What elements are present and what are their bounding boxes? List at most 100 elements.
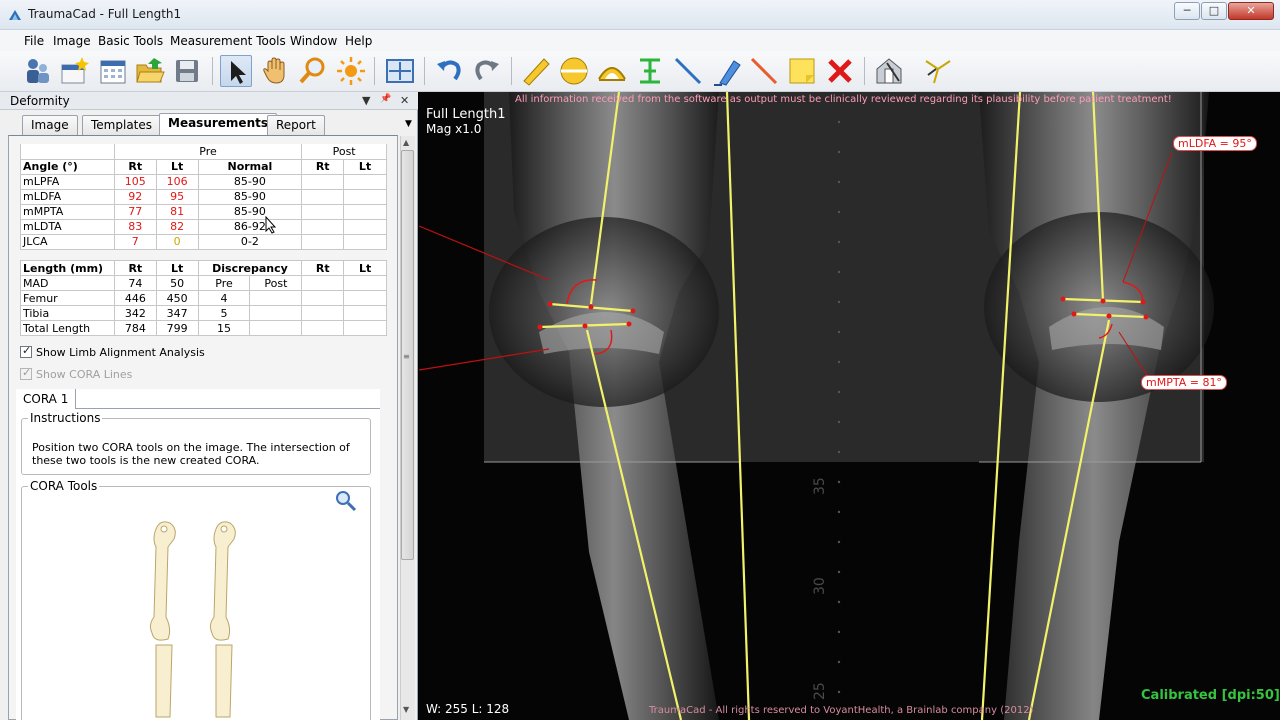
panel-close-icon[interactable]: ✕: [400, 94, 409, 107]
window-title: TraumaCad - Full Length1: [28, 7, 182, 21]
line-tool-icon[interactable]: [672, 55, 704, 87]
title-bar: TraumaCad - Full Length1 ─ □ ✕: [0, 0, 1280, 30]
image-viewer[interactable]: 35 30 25 All information received from t…: [419, 92, 1280, 720]
calibration-icon[interactable]: [873, 55, 905, 87]
angle-tool-icon[interactable]: [596, 55, 628, 87]
row-normal: 85-90: [197, 188, 303, 205]
tab-measurements[interactable]: Measurements: [159, 113, 277, 135]
row-post-rt: [301, 173, 345, 190]
table-row[interactable]: mMPTA 77 81 85-90: [20, 203, 387, 220]
checkmark-icon: ✓: [22, 366, 32, 379]
angle-header-row: Angle (°) Rt Lt Normal Rt Lt: [20, 158, 387, 175]
open-folder-icon[interactable]: [134, 55, 166, 87]
row-post: [249, 305, 303, 321]
row-lt: 799: [155, 320, 199, 336]
checkbox-label: Show CORA Lines: [36, 368, 133, 381]
scroll-up-icon[interactable]: ▲: [403, 138, 409, 147]
panel-dropdown-icon[interactable]: ▼: [362, 94, 370, 107]
pan-hand-icon[interactable]: [259, 55, 291, 87]
row-name: mLPFA: [20, 173, 115, 190]
save-disk-icon[interactable]: [171, 55, 203, 87]
checkbox-box: ✓: [20, 366, 32, 380]
table-row[interactable]: JLCA 7 0 0-2: [20, 233, 387, 250]
row-post-lt: [343, 218, 387, 235]
clinical-warning: All information received from the softwa…: [515, 94, 1172, 105]
undo-icon[interactable]: [433, 55, 465, 87]
row-lt: 82: [155, 218, 199, 235]
traumacad-app-icon: [9, 10, 21, 20]
mldfa-label[interactable]: mLDFA = 95°: [1173, 136, 1257, 151]
table-row[interactable]: MAD 74 50 Pre Post: [20, 275, 387, 291]
menu-measurement-tools[interactable]: Measurement Tools: [170, 34, 286, 48]
toolbar-separator: [864, 57, 865, 85]
select-arrow-icon[interactable]: [220, 55, 252, 87]
tab-templates[interactable]: Templates: [82, 115, 162, 135]
row-name: mLDTA: [20, 218, 115, 235]
table-row[interactable]: Tibia 342 347 5: [20, 305, 387, 321]
row-name: Femur: [20, 290, 115, 306]
mmpta-label[interactable]: mMPTA = 81°: [1141, 375, 1227, 390]
tab-image[interactable]: Image: [22, 115, 78, 135]
delete-x-icon[interactable]: [824, 55, 856, 87]
row-normal: 85-90: [197, 173, 303, 190]
row-name: mMPTA: [20, 203, 115, 220]
note-icon[interactable]: [786, 55, 818, 87]
tab-report[interactable]: Report: [267, 115, 325, 135]
cora-tools-title: CORA Tools: [30, 479, 98, 493]
table-row[interactable]: mLDTA 83 82 86-92: [20, 218, 387, 235]
eraser-icon[interactable]: [712, 55, 744, 87]
instructions-title: Instructions: [30, 411, 101, 425]
xray-image[interactable]: 35 30 25: [419, 92, 1280, 720]
redo-icon[interactable]: [471, 55, 503, 87]
instructions-group: Instructions Position two CORA tools on …: [21, 411, 371, 475]
alignment-icon[interactable]: [922, 55, 954, 87]
menu-basic-tools[interactable]: Basic Tools: [98, 34, 163, 48]
row-post-lt: [343, 203, 387, 220]
checkbox-label: Show Limb Alignment Analysis: [36, 346, 205, 359]
toolbar-separator: [424, 57, 425, 85]
ruler-icon[interactable]: [520, 55, 552, 87]
row-rt: 342: [113, 305, 157, 321]
header-angle: Angle (°): [20, 158, 115, 175]
row-rt: 7: [113, 233, 157, 250]
pointer-line-icon[interactable]: [748, 55, 780, 87]
leg-bones-icon[interactable]: [146, 517, 256, 720]
header-post-lt: Lt: [343, 158, 387, 175]
checkbox-box[interactable]: ✓: [20, 344, 32, 358]
scroll-down-icon[interactable]: ▼: [403, 705, 409, 714]
maximize-button[interactable]: □: [1201, 2, 1227, 20]
menu-file[interactable]: File: [24, 34, 44, 48]
row-pre: 15: [197, 320, 251, 336]
header-length: Length (mm): [20, 260, 115, 276]
calibration-status: Calibrated [dpi:50]: [1141, 688, 1280, 703]
new-image-icon[interactable]: [58, 55, 90, 87]
menu-image[interactable]: Image: [53, 34, 91, 48]
show-limb-alignment-checkbox[interactable]: ✓ Show Limb Alignment Analysis: [20, 344, 205, 359]
row-lt: 95: [155, 188, 199, 205]
zoom-magnifier-icon[interactable]: [297, 55, 329, 87]
row-post: [249, 290, 303, 306]
menu-window[interactable]: Window: [290, 34, 337, 48]
calendar-grid-icon[interactable]: [97, 55, 129, 87]
minimize-button[interactable]: ─: [1174, 2, 1200, 20]
h-tool-icon[interactable]: [634, 55, 666, 87]
close-button[interactable]: ✕: [1228, 2, 1274, 20]
row-rt: 92: [113, 188, 157, 205]
circle-tool-icon[interactable]: [558, 55, 590, 87]
table-row[interactable]: Femur 446 450 4: [20, 290, 387, 306]
brightness-sun-icon[interactable]: [335, 55, 367, 87]
tabs-menu-icon[interactable]: ▼: [405, 119, 412, 129]
table-row[interactable]: Total Length 784 799 15: [20, 320, 387, 336]
table-row[interactable]: mLDFA 92 95 85-90: [20, 188, 387, 205]
row-post-rt: [301, 290, 345, 306]
tab-cora-1[interactable]: CORA 1: [16, 389, 77, 409]
patients-icon[interactable]: [22, 55, 54, 87]
header-normal: Normal: [197, 158, 303, 175]
zoom-magnifier-icon[interactable]: [334, 489, 358, 513]
fit-screen-icon[interactable]: [384, 55, 416, 87]
header-discrepancy: Discrepancy: [197, 260, 303, 276]
magnification: Mag x1.0: [426, 122, 482, 136]
table-row[interactable]: mLPFA 105 106 85-90: [20, 173, 387, 190]
menu-help[interactable]: Help: [345, 34, 372, 48]
panel-pin-icon[interactable]: 📌: [380, 94, 391, 104]
